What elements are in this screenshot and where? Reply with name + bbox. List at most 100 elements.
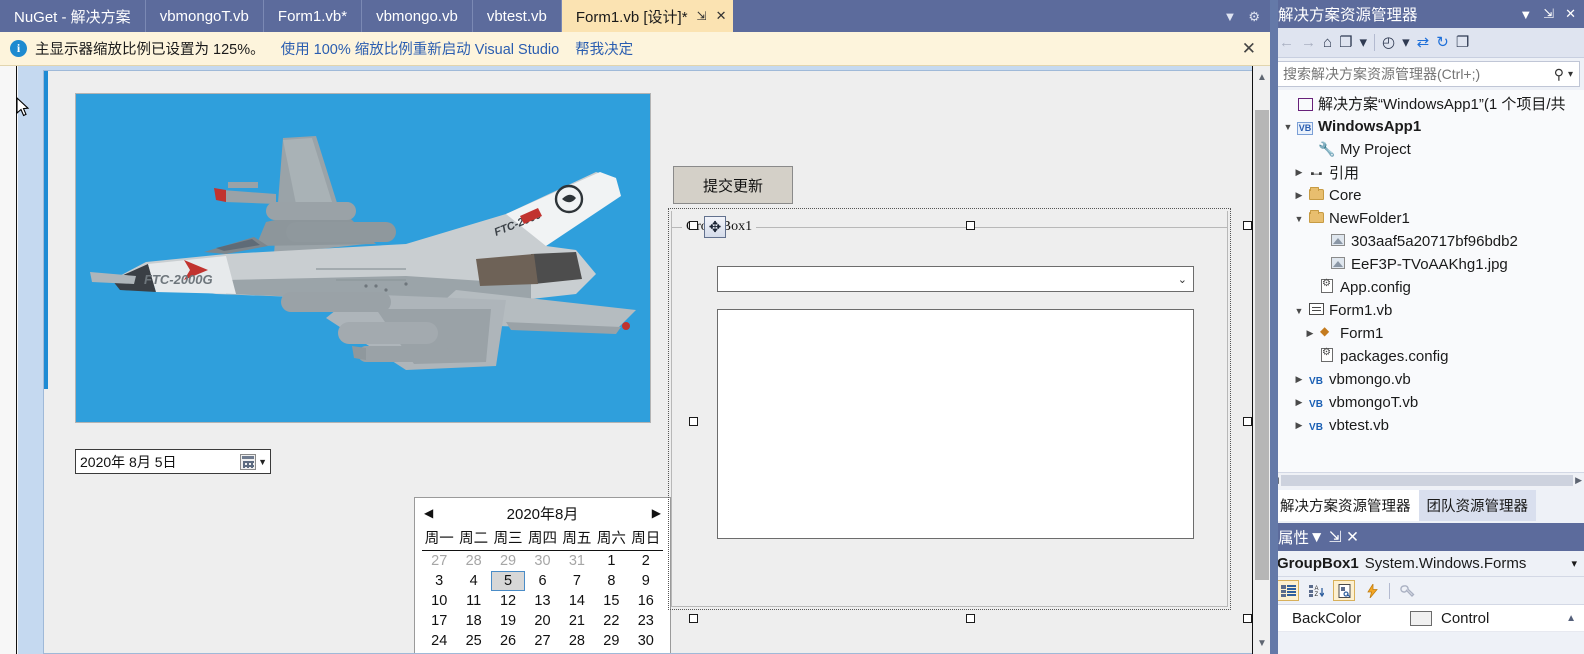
calendar-day[interactable]: 19 bbox=[491, 611, 525, 631]
close-icon[interactable]: ✕ bbox=[716, 8, 727, 24]
tree-expander-icon[interactable]: ▶ bbox=[1292, 420, 1306, 431]
calendar-day[interactable]: 18 bbox=[456, 611, 490, 631]
calendar-day[interactable]: 29 bbox=[594, 631, 628, 651]
close-icon[interactable]: ✕ bbox=[1565, 6, 1576, 22]
tree-expander-icon[interactable]: ▼ bbox=[1292, 306, 1306, 316]
pending-changes-dropdown-icon[interactable]: ▾ bbox=[1360, 35, 1368, 50]
tree-node[interactable]: ▶ VB vbmongo.vb bbox=[1270, 368, 1584, 391]
scroll-up-icon[interactable]: ▲ bbox=[1566, 613, 1584, 624]
history-icon[interactable]: ◴ bbox=[1382, 35, 1395, 50]
calendar-day[interactable]: 10 bbox=[422, 591, 456, 611]
calendar-day[interactable]: 21 bbox=[560, 611, 594, 631]
pin-icon[interactable]: ⇲ bbox=[697, 9, 707, 23]
restart-100-link[interactable]: 使用 100% 缩放比例重新启动 Visual Studio bbox=[281, 38, 560, 59]
scroll-right-icon[interactable]: ▶ bbox=[1575, 475, 1582, 486]
picturebox-aircraft[interactable]: FTC-2000 FTC-2000G bbox=[75, 93, 651, 423]
solution-explorer-search[interactable]: ⚲ ▾ bbox=[1274, 61, 1580, 87]
scroll-up-icon[interactable]: ▲ bbox=[1253, 68, 1271, 86]
combobox[interactable]: ⌄ bbox=[717, 266, 1194, 292]
calendar-day[interactable]: 7 bbox=[560, 571, 594, 591]
form-surface[interactable]: FTC-2000 FTC-2000G 2020年 8月 5日 ▼ ◀ 2020年… bbox=[43, 70, 1253, 654]
date-picker-dropdown[interactable]: ▼ bbox=[240, 453, 270, 470]
pin-icon[interactable]: ⇲ bbox=[1329, 529, 1342, 546]
calendar-day[interactable]: 6 bbox=[525, 571, 559, 591]
chevron-down-icon[interactable]: ▾ bbox=[1571, 557, 1577, 570]
info-bar-close-icon[interactable]: ✕ bbox=[1242, 39, 1260, 59]
property-row-backcolor[interactable]: BackColor Control ▲ bbox=[1270, 605, 1584, 632]
calendar-next-icon[interactable]: ▶ bbox=[652, 506, 661, 520]
tree-node[interactable]: ▶ Core bbox=[1270, 184, 1584, 207]
tree-node[interactable]: ▶ ▪–▪ 引用 bbox=[1270, 161, 1584, 184]
tab-vbmongoT[interactable]: vbmongoT.vb bbox=[146, 0, 264, 32]
refresh-icon[interactable]: ↻ bbox=[1436, 35, 1449, 50]
properties-view-button[interactable] bbox=[1333, 580, 1355, 601]
pending-changes-icon[interactable]: ❐ bbox=[1339, 35, 1352, 50]
gear-icon[interactable]: ⚙ bbox=[1248, 10, 1260, 23]
designer-vertical-scrollbar[interactable]: ▲ ▼ bbox=[1252, 66, 1270, 654]
scroll-down-icon[interactable]: ▼ bbox=[1253, 634, 1271, 652]
tree-expander-icon[interactable]: ▶ bbox=[1292, 190, 1306, 201]
month-calendar[interactable]: ◀ 2020年8月 ▶ 周一 周二 周三 周四 周五 周六 周日 27 28 29 30 31 1 2 3… bbox=[414, 497, 671, 653]
tree-node[interactable]: ▼ NewFolder1 bbox=[1270, 207, 1584, 230]
calendar-day[interactable]: 31 bbox=[560, 551, 594, 571]
tree-node[interactable]: ▼ Form1.vb bbox=[1270, 299, 1584, 322]
properties-object-selector[interactable]: GroupBox1 System.Windows.Forms ▾ bbox=[1270, 551, 1584, 577]
calendar-day[interactable]: 24 bbox=[422, 631, 456, 651]
property-pages-button[interactable] bbox=[1396, 580, 1418, 601]
calendar-day-selected[interactable]: 5 bbox=[490, 571, 526, 591]
calendar-day[interactable]: 11 bbox=[456, 591, 490, 611]
resize-handle-top-left[interactable] bbox=[689, 221, 698, 230]
calendar-prev-icon[interactable]: ◀ bbox=[424, 506, 433, 520]
collapse-all-icon[interactable]: ❐ bbox=[1456, 35, 1469, 50]
calendar-day[interactable]: 23 bbox=[629, 611, 663, 631]
resize-handle-top-right[interactable] bbox=[1243, 221, 1252, 230]
tab-vbtest[interactable]: vbtest.vb bbox=[473, 0, 562, 32]
categorized-view-button[interactable] bbox=[1277, 580, 1299, 601]
chevron-down-icon[interactable]: ⌄ bbox=[1178, 273, 1187, 286]
calendar-day[interactable]: 3 bbox=[422, 571, 456, 591]
resize-handle-bottom-center[interactable] bbox=[966, 614, 975, 623]
resize-handle-bottom-right[interactable] bbox=[1243, 614, 1252, 623]
tab-form1-designer[interactable]: Form1.vb [设计]* ⇲ ✕ bbox=[561, 0, 733, 32]
calendar-day[interactable]: 1 bbox=[594, 551, 628, 571]
search-dropdown-icon[interactable]: ▾ bbox=[1568, 69, 1573, 80]
tree-node[interactable]: ▼ VB WindowsApp1 bbox=[1270, 115, 1584, 138]
tab-vbmongo[interactable]: vbmongo.vb bbox=[362, 0, 473, 32]
tree-expander-icon[interactable]: ▶ bbox=[1292, 374, 1306, 385]
tree-node[interactable]: App.config bbox=[1270, 276, 1584, 299]
property-value[interactable]: Control bbox=[1441, 610, 1566, 627]
solution-explorer-horizontal-scrollbar[interactable]: ◀ ▶ bbox=[1270, 472, 1584, 488]
pin-icon[interactable]: ⇲ bbox=[1543, 6, 1554, 22]
calendar-day[interactable]: 4 bbox=[456, 571, 490, 591]
calendar-day[interactable]: 15 bbox=[594, 591, 628, 611]
tree-node[interactable]: 解决方案“WindowsApp1”(1 个项目/共 bbox=[1270, 92, 1584, 115]
tree-node[interactable]: EeF3P-TVoAAKhg1.jpg bbox=[1270, 253, 1584, 276]
calendar-day[interactable]: 13 bbox=[525, 591, 559, 611]
tree-expander-icon[interactable]: ▼ bbox=[1281, 122, 1295, 132]
tab-team-explorer[interactable]: 团队资源管理器 bbox=[1418, 490, 1536, 521]
calendar-day[interactable]: 27 bbox=[525, 631, 559, 651]
calendar-day[interactable]: 12 bbox=[491, 591, 525, 611]
scrollbar-thumb[interactable] bbox=[1255, 110, 1269, 580]
home-icon[interactable]: ⌂ bbox=[1323, 35, 1332, 50]
calendar-day[interactable]: 27 bbox=[422, 551, 456, 571]
calendar-day[interactable]: 8 bbox=[594, 571, 628, 591]
events-view-button[interactable] bbox=[1361, 580, 1383, 601]
calendar-day[interactable]: 16 bbox=[629, 591, 663, 611]
calendar-day[interactable]: 30 bbox=[629, 631, 663, 651]
calendar-day[interactable]: 22 bbox=[594, 611, 628, 631]
groupbox-container[interactable]: GroupBox1 ⌄ bbox=[671, 211, 1228, 607]
calendar-day[interactable]: 28 bbox=[560, 631, 594, 651]
tree-expander-icon[interactable]: ▶ bbox=[1292, 397, 1306, 408]
calendar-day[interactable]: 14 bbox=[560, 591, 594, 611]
tree-node[interactable]: 303aaf5a20717bf96bdb2 bbox=[1270, 230, 1584, 253]
resize-handle-bottom-left[interactable] bbox=[689, 614, 698, 623]
sync-icon[interactable]: ⇄ bbox=[1417, 35, 1430, 50]
resize-handle-middle-left[interactable] bbox=[689, 417, 698, 426]
search-input[interactable] bbox=[1281, 65, 1554, 83]
tree-expander-icon[interactable]: ▶ bbox=[1303, 328, 1317, 339]
tree-node[interactable]: packages.config bbox=[1270, 345, 1584, 368]
calendar-day[interactable]: 9 bbox=[629, 571, 663, 591]
date-time-picker[interactable]: 2020年 8月 5日 ▼ bbox=[75, 449, 271, 474]
alphabetical-view-button[interactable]: A Z bbox=[1305, 580, 1327, 601]
